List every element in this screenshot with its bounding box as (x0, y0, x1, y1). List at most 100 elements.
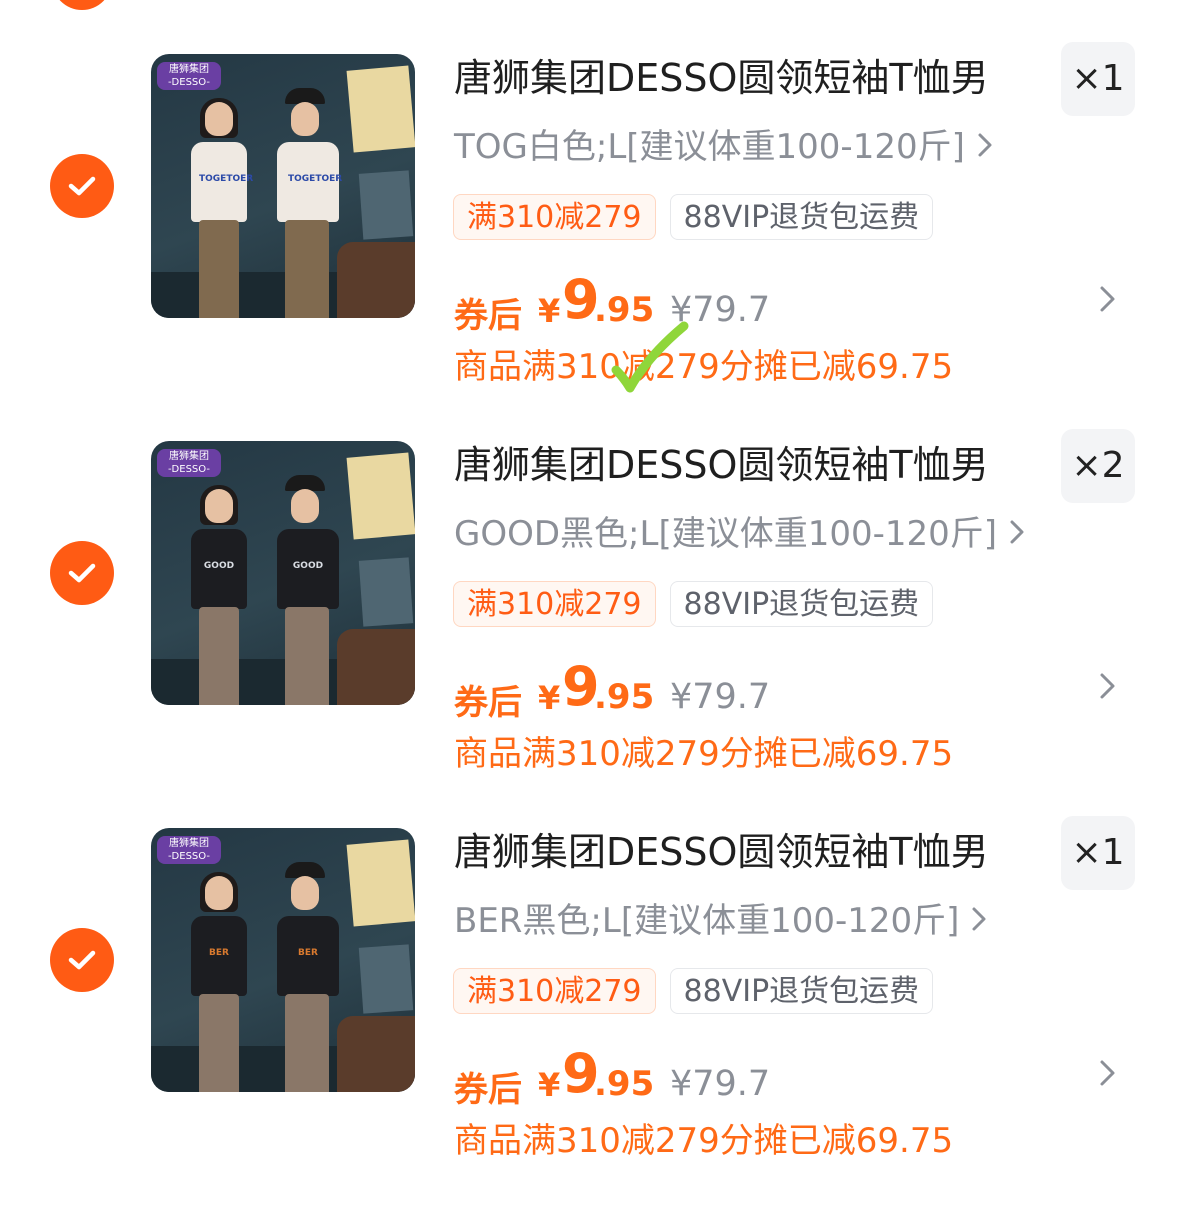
model-shirt: GOOD (277, 529, 339, 609)
poster-decoration (346, 452, 415, 540)
model-head (205, 489, 233, 523)
currency-symbol: ¥ (538, 679, 561, 717)
sku-selector[interactable]: GOOD黑色;L[建议体重100-120斤] (454, 511, 1025, 557)
shirt-print: GOOD (203, 561, 235, 571)
poster-decoration (358, 557, 414, 627)
brand-logo-badge: 唐狮集团 -DESSO- (157, 449, 221, 477)
coupon-price-label: 券后 (454, 683, 522, 723)
quantity-badge[interactable]: ×1 (1061, 816, 1135, 890)
model-head (291, 102, 319, 136)
sku-selector[interactable]: TOG白色;L[建议体重100-120斤] (454, 124, 993, 170)
sofa-decoration (337, 242, 415, 318)
item-select-checkbox[interactable] (50, 541, 114, 605)
product-title[interactable]: 唐狮集团DESSO圆领短袖T恤男 (454, 54, 989, 102)
vip-return-tag: 88VIP退货包运费 (669, 968, 934, 1014)
chevron-right-icon[interactable] (1098, 284, 1118, 318)
brand-logo-badge: 唐狮集团 -DESSO- (157, 836, 221, 864)
model-pants (285, 607, 329, 705)
model-pants (199, 607, 239, 705)
coupon-price-label: 券后 (454, 296, 522, 336)
vip-return-tag: 88VIP退货包运费 (669, 194, 934, 240)
sku-label: BER黑色;L[建议体重100-120斤] (454, 901, 960, 941)
model-head (291, 876, 319, 910)
model-figure: GOOD (191, 485, 247, 705)
promo-tags: 满310减279 88VIP退货包运费 (453, 194, 934, 244)
model-head (205, 102, 233, 136)
promo-tags: 满310减279 88VIP退货包运费 (453, 581, 934, 631)
cart-item: 唐狮集团 -DESSO- GOOD GOOD 唐狮集团DESSO圆领短袖T恤男 … (0, 429, 1179, 828)
checkmark-icon (68, 176, 96, 196)
poster-decoration (346, 839, 415, 927)
currency-symbol: ¥ (538, 1066, 561, 1104)
chevron-right-icon[interactable] (1098, 1058, 1118, 1092)
chevron-right-icon (1009, 514, 1025, 554)
brand-badge-line: 唐狮集团 (169, 64, 209, 75)
price-decimal: .95 (594, 677, 655, 717)
model-shirt: TOGETOER (191, 142, 254, 222)
brand-badge-line: 唐狮集团 (169, 451, 209, 462)
shirt-print: BER (298, 948, 318, 958)
discount-tag: 满310减279 (453, 581, 656, 627)
quantity-badge[interactable]: ×2 (1061, 429, 1135, 503)
cart-item: 唐狮集团 -DESSO- TOGETOER TOGETOER 唐狮集团DESSO… (0, 42, 1179, 441)
brand-badge-line: -DESSO- (167, 77, 211, 88)
item-select-checkbox[interactable] (50, 154, 114, 218)
original-price: ¥79.7 (670, 677, 771, 717)
product-title[interactable]: 唐狮集团DESSO圆领短袖T恤男 (454, 441, 989, 489)
checkmark-icon (68, 950, 96, 970)
poster-decoration (358, 170, 414, 240)
discount-allocation-note: 商品满310减279分摊已减69.75 (454, 734, 954, 774)
sofa-decoration (337, 1016, 415, 1092)
model-figure: TOGETOER (191, 98, 254, 318)
model-pants (285, 994, 329, 1092)
model-head (291, 489, 319, 523)
sofa-decoration (337, 629, 415, 705)
cart-item: 唐狮集团 -DESSO- BER BER 唐狮集团DESSO圆领短袖T恤男 ×1… (0, 816, 1179, 1215)
model-figure: TOGETOER (277, 88, 343, 318)
shirt-print: TOGETOER (199, 174, 254, 184)
sku-label: GOOD黑色;L[建议体重100-120斤] (454, 514, 998, 554)
coupon-price-label: 券后 (454, 1070, 522, 1110)
model-pants (285, 220, 329, 318)
model-shirt: GOOD (191, 529, 247, 609)
model-pants (199, 220, 239, 318)
handwritten-checkmark-icon (611, 321, 689, 393)
model-figure: BER (191, 872, 247, 1092)
brand-badge-line: -DESSO- (167, 464, 211, 475)
product-thumbnail[interactable]: 唐狮集团 -DESSO- BER BER (151, 828, 415, 1092)
poster-decoration (358, 944, 414, 1014)
model-shirt: BER (277, 916, 339, 996)
model-shirt: TOGETOER (277, 142, 343, 222)
item-select-checkbox[interactable] (50, 928, 114, 992)
discount-tag: 满310减279 (453, 194, 656, 240)
shop-select-checkbox[interactable] (52, 0, 112, 10)
sku-label: TOG白色;L[建议体重100-120斤] (454, 127, 965, 167)
chevron-right-icon[interactable] (1098, 671, 1118, 705)
vip-return-tag: 88VIP退货包运费 (669, 581, 934, 627)
product-title[interactable]: 唐狮集团DESSO圆领短袖T恤男 (454, 828, 989, 876)
shop-header (0, 0, 1179, 12)
model-head (205, 876, 233, 910)
quantity-badge[interactable]: ×1 (1061, 42, 1135, 116)
sku-selector[interactable]: BER黑色;L[建议体重100-120斤] (454, 898, 987, 944)
poster-decoration (346, 65, 415, 153)
brand-badge-line: 唐狮集团 (169, 838, 209, 849)
currency-symbol: ¥ (538, 292, 561, 330)
shirt-print: TOGETOER (288, 174, 343, 184)
model-figure: GOOD (277, 475, 339, 705)
product-thumbnail[interactable]: 唐狮集团 -DESSO- TOGETOER TOGETOER (151, 54, 415, 318)
shirt-print: BER (209, 948, 229, 958)
chevron-right-icon (971, 901, 987, 941)
model-figure: BER (277, 862, 339, 1092)
promo-tags: 满310减279 88VIP退货包运费 (453, 968, 934, 1018)
chevron-right-icon (977, 127, 993, 167)
discount-allocation-note: 商品满310减279分摊已减69.75 (454, 1121, 954, 1161)
model-pants (199, 994, 239, 1092)
brand-badge-line: -DESSO- (167, 851, 211, 862)
model-shirt: BER (191, 916, 247, 996)
product-thumbnail[interactable]: 唐狮集团 -DESSO- GOOD GOOD (151, 441, 415, 705)
brand-logo-badge: 唐狮集团 -DESSO- (157, 62, 221, 90)
discount-allocation-note: 商品满310减279分摊已减69.75 (454, 347, 954, 387)
shirt-print: GOOD (292, 561, 324, 571)
price-decimal: .95 (594, 1064, 655, 1104)
